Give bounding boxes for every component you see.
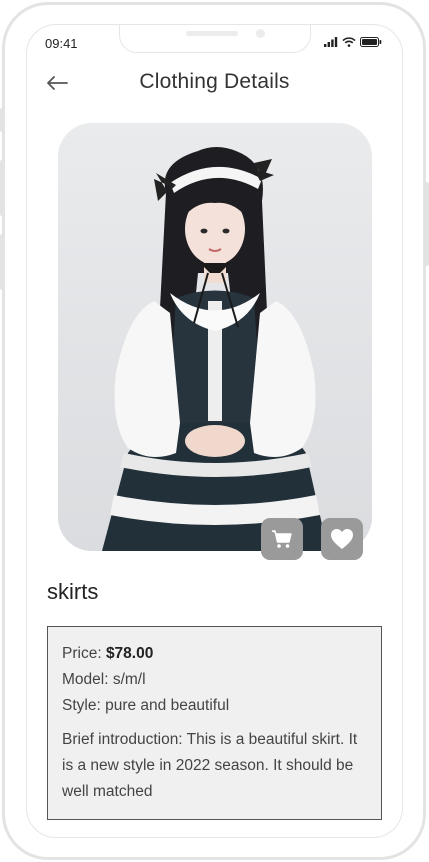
add-to-cart-button[interactable] [261,518,303,560]
status-time: 09:41 [45,36,78,51]
price-row: Price: $78.00 [62,641,367,667]
status-icons [324,37,382,47]
heart-icon [331,529,353,549]
price-value: $78.00 [105,645,154,662]
page-title: Clothing Details [139,70,290,93]
model-value: s/m/l [112,671,146,688]
price-label: Price: [62,645,102,662]
phone-mute-switch [0,108,4,132]
battery-icon [360,37,382,47]
product-image [58,123,372,551]
model-row: Model: s/m/l [62,667,367,693]
style-row: Style: pure and beautiful [62,693,367,719]
notch-camera [256,29,265,38]
signal-icon [324,37,338,47]
notch-speaker [186,31,238,36]
phone-volume-up [0,160,4,216]
product-info-box: Price: $78.00 Model: s/m/l Style: pure a… [47,626,382,820]
product-photo-illustration [58,123,372,551]
product-introduction: Brief introduction: This is a beautiful … [62,731,358,800]
favorite-button[interactable] [321,518,363,560]
style-value: pure and beautiful [105,697,230,714]
shopping-cart-icon [272,530,292,548]
phone-screen: 09:41 Clothing Details skirts Price: $78… [26,24,403,838]
phone-volume-down [0,234,4,290]
product-name: skirts [47,579,99,604]
style-label: Style: [62,697,101,714]
model-label: Model: [62,671,109,688]
phone-power-button [425,182,429,266]
phone-notch [119,25,311,53]
wifi-icon [342,37,356,47]
